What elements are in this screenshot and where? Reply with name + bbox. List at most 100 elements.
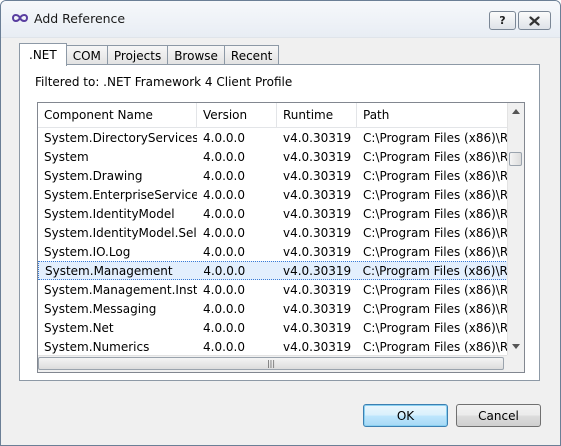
column-header-path[interactable]: Path bbox=[357, 103, 508, 127]
list-row[interactable]: System.IO.Log 4.0.0.0 v4.0.30319 C:\Prog… bbox=[38, 242, 508, 261]
list-row[interactable]: System.DirectoryServices.P... 4.0.0.0 v4… bbox=[38, 128, 508, 147]
cell-runtime: v4.0.30319 bbox=[283, 225, 352, 240]
list-body: System.DirectoryServices.P... 4.0.0.0 v4… bbox=[38, 128, 508, 355]
cell-path: C:\Program Files (x86)\Re... bbox=[363, 282, 508, 297]
help-label: ? bbox=[499, 14, 506, 27]
cancel-label: Cancel bbox=[478, 408, 519, 423]
ok-button[interactable]: OK bbox=[363, 404, 448, 427]
list-row[interactable]: System.Management.Instr... 4.0.0.0 v4.0.… bbox=[38, 280, 508, 299]
cell-version: 4.0.0.0 bbox=[203, 320, 245, 335]
cell-path: C:\Program Files (x86)\Re... bbox=[363, 187, 508, 202]
cell-version: 4.0.0.0 bbox=[203, 149, 245, 164]
column-header-component-name[interactable]: Component Name bbox=[38, 103, 197, 127]
cell-version: 4.0.0.0 bbox=[203, 263, 246, 278]
cell-path: C:\Program Files (x86)\Re... bbox=[363, 225, 508, 240]
horizontal-scrollbar[interactable]: ||| bbox=[38, 355, 508, 372]
list-row[interactable]: System.Drawing 4.0.0.0 v4.0.30319 C:\Pro… bbox=[38, 166, 508, 185]
cell-version: 4.0.0.0 bbox=[203, 339, 245, 354]
cell-version: 4.0.0.0 bbox=[203, 282, 245, 297]
cell-runtime: v4.0.30319 bbox=[283, 282, 352, 297]
cell-version: 4.0.0.0 bbox=[203, 244, 245, 259]
column-header-runtime[interactable]: Runtime bbox=[277, 103, 357, 127]
tab-dotnet[interactable]: .NET bbox=[19, 43, 67, 66]
arrow-up-icon[interactable] bbox=[512, 109, 520, 114]
cell-name: System.IO.Log bbox=[44, 244, 131, 259]
cell-runtime: v4.0.30319 bbox=[283, 149, 352, 164]
cell-version: 4.0.0.0 bbox=[203, 225, 245, 240]
tab-browse[interactable]: Browse bbox=[167, 45, 225, 65]
cell-path: C:\Program Files (x86)\Re... bbox=[363, 244, 508, 259]
cell-runtime: v4.0.30319 bbox=[283, 301, 352, 316]
tab-recent[interactable]: Recent bbox=[223, 45, 280, 65]
close-button[interactable] bbox=[518, 11, 551, 30]
cell-runtime: v4.0.30319 bbox=[283, 168, 352, 183]
cell-name: System.Drawing bbox=[44, 168, 143, 183]
cell-path: C:\Program Files (x86)\Re... bbox=[363, 320, 508, 335]
tab-label: Browse bbox=[174, 48, 218, 63]
tab-label: Projects bbox=[113, 48, 162, 63]
vertical-scroll-thumb[interactable] bbox=[509, 152, 522, 166]
cell-runtime: v4.0.30319 bbox=[282, 263, 352, 278]
column-header-version[interactable]: Version bbox=[197, 103, 277, 127]
close-icon bbox=[529, 15, 540, 26]
list-row[interactable]: System.Messaging 4.0.0.0 v4.0.30319 C:\P… bbox=[38, 299, 508, 318]
cell-path: C:\Program Files (x86)\Re... bbox=[363, 149, 508, 164]
list-row[interactable]: System.Net 4.0.0.0 v4.0.30319 C:\Program… bbox=[38, 318, 508, 337]
ok-label: OK bbox=[396, 408, 415, 423]
horizontal-scroll-thumb[interactable]: ||| bbox=[38, 357, 504, 370]
cell-version: 4.0.0.0 bbox=[203, 187, 245, 202]
add-reference-dialog: Add Reference ? .NET COM Projects Browse… bbox=[0, 0, 561, 446]
list-row-selected[interactable]: System.Management 4.0.0.0 v4.0.30319 C:\… bbox=[38, 261, 508, 280]
list-row[interactable]: System.EnterpriseServices 4.0.0.0 v4.0.3… bbox=[38, 185, 508, 204]
cell-runtime: v4.0.30319 bbox=[283, 130, 352, 145]
cell-name: System.DirectoryServices.P... bbox=[44, 130, 197, 145]
cell-name: System.IdentityModel.Sele... bbox=[44, 225, 197, 240]
arrow-down-icon[interactable] bbox=[512, 344, 520, 349]
cell-version: 4.0.0.0 bbox=[203, 301, 245, 316]
cell-version: 4.0.0.0 bbox=[203, 168, 245, 183]
dialog-title: Add Reference bbox=[34, 11, 126, 26]
cell-path: C:\Program Files (x86)\Re... bbox=[362, 263, 507, 278]
tab-com[interactable]: COM bbox=[65, 45, 108, 65]
cell-name: System.EnterpriseServices bbox=[44, 187, 197, 202]
cell-runtime: v4.0.30319 bbox=[283, 244, 352, 259]
list-row[interactable]: System 4.0.0.0 v4.0.30319 C:\Program Fil… bbox=[38, 147, 508, 166]
cancel-button[interactable]: Cancel bbox=[456, 404, 541, 427]
cell-path: C:\Program Files (x86)\Re... bbox=[363, 206, 508, 221]
cell-runtime: v4.0.30319 bbox=[283, 320, 352, 335]
grip-icon: ||| bbox=[266, 358, 276, 368]
cell-name: System.Management.Instr... bbox=[44, 282, 197, 297]
component-list[interactable]: Component Name Version Runtime Path Syst… bbox=[37, 102, 525, 373]
tab-label: .NET bbox=[29, 48, 57, 62]
cell-name: System.IdentityModel bbox=[44, 206, 175, 221]
filter-label: Filtered to: .NET Framework 4 Client Pro… bbox=[35, 75, 293, 89]
list-row[interactable]: System.IdentityModel.Sele... 4.0.0.0 v4.… bbox=[38, 223, 508, 242]
cell-name: System.Messaging bbox=[44, 301, 157, 316]
vertical-scrollbar[interactable] bbox=[507, 103, 524, 355]
cell-path: C:\Program Files (x86)\Re... bbox=[363, 168, 508, 183]
cell-path: C:\Program Files (x86)\Re... bbox=[363, 130, 508, 145]
title-bar[interactable]: Add Reference ? bbox=[1, 1, 560, 38]
cell-path: C:\Program Files (x86)\Re... bbox=[363, 339, 508, 354]
tab-panel-dotnet: Filtered to: .NET Framework 4 Client Pro… bbox=[19, 64, 540, 381]
cell-path: C:\Program Files (x86)\Re... bbox=[363, 301, 508, 316]
tab-strip: .NET COM Projects Browse Recent bbox=[19, 43, 280, 66]
list-header: Component Name Version Runtime Path bbox=[38, 103, 508, 128]
cell-runtime: v4.0.30319 bbox=[283, 206, 352, 221]
cell-name: System.Net bbox=[44, 320, 114, 335]
list-row[interactable]: System.Numerics 4.0.0.0 v4.0.30319 C:\Pr… bbox=[38, 337, 508, 355]
cell-name: System bbox=[44, 149, 89, 164]
cell-version: 4.0.0.0 bbox=[203, 130, 245, 145]
list-row[interactable]: System.IdentityModel 4.0.0.0 v4.0.30319 … bbox=[38, 204, 508, 223]
infinity-icon bbox=[11, 14, 29, 22]
cell-name: System.Numerics bbox=[44, 339, 150, 354]
cell-runtime: v4.0.30319 bbox=[283, 339, 352, 354]
cell-runtime: v4.0.30319 bbox=[283, 187, 352, 202]
tab-projects[interactable]: Projects bbox=[106, 45, 169, 65]
tab-label: COM bbox=[72, 48, 101, 63]
tab-label: Recent bbox=[230, 48, 273, 63]
cell-name: System.Management bbox=[45, 263, 173, 278]
help-button[interactable]: ? bbox=[489, 11, 516, 30]
cell-version: 4.0.0.0 bbox=[203, 206, 245, 221]
scrollbar-corner bbox=[507, 355, 524, 372]
